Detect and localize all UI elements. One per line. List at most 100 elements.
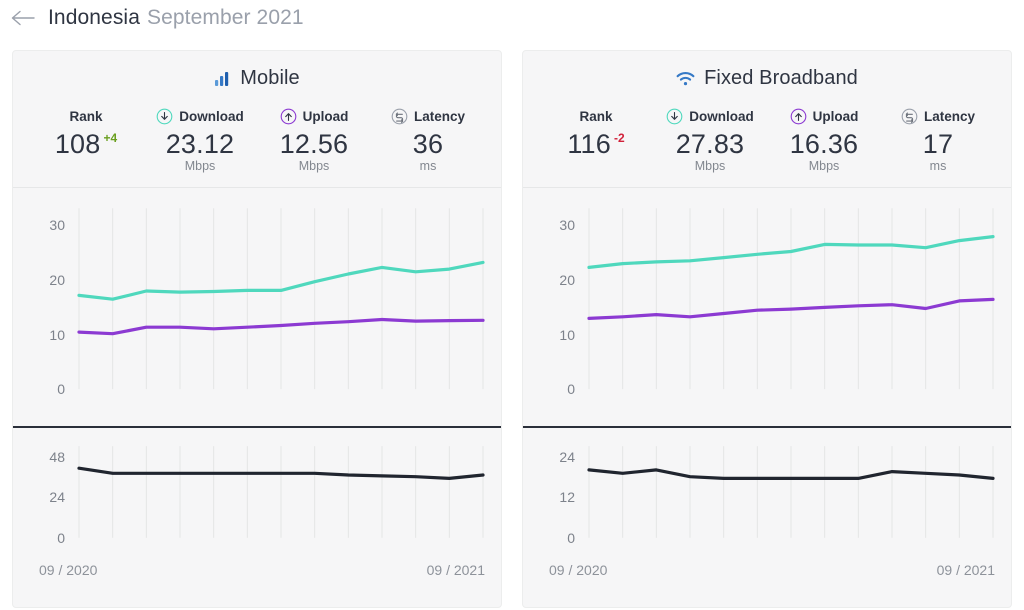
page-title-period: September 2021 bbox=[147, 6, 304, 30]
stat-value-row: 16.36 bbox=[790, 130, 859, 158]
stat-delta-badge: +4 bbox=[103, 132, 117, 144]
card-mobile: Mobile Rank 108 +4 bbox=[12, 50, 502, 608]
stat-value: 12.56 bbox=[280, 130, 349, 158]
stat-value: 23.12 bbox=[166, 130, 235, 158]
x-axis-labels: 09 / 2020 09 / 2021 bbox=[13, 562, 501, 578]
chart-broadband-latency: 24 12 0 09 / 2020 09 / 2021 bbox=[523, 426, 1011, 586]
stat-unit: ms bbox=[881, 159, 995, 173]
stat-value: 17 bbox=[923, 130, 953, 158]
plot-area bbox=[75, 188, 487, 426]
y-axis-tick-label: 24 bbox=[523, 449, 575, 465]
stat-rank: Rank 116 -2 bbox=[539, 106, 653, 159]
stat-latency: Latency 36 ms bbox=[371, 106, 485, 173]
stat-head: Download bbox=[653, 106, 767, 126]
stat-value: 36 bbox=[413, 130, 443, 158]
stat-value: 27.83 bbox=[676, 130, 745, 158]
stat-head: Rank bbox=[539, 106, 653, 126]
download-arrow-icon bbox=[156, 108, 173, 125]
stat-head: Upload bbox=[767, 106, 881, 126]
stat-label: Latency bbox=[414, 109, 465, 124]
stat-download: Download 27.83 Mbps bbox=[653, 106, 767, 173]
stat-unit: Mbps bbox=[767, 159, 881, 173]
stat-value-row: 36 bbox=[413, 130, 443, 158]
stat-value: 108 bbox=[55, 130, 101, 158]
page-header: Indonesia September 2021 bbox=[0, 0, 1024, 36]
stat-rank: Rank 108 +4 bbox=[29, 106, 143, 159]
stat-value: 116 bbox=[567, 130, 611, 158]
y-axis-tick-label: 20 bbox=[13, 272, 65, 288]
signal-bars-icon bbox=[214, 70, 231, 87]
chart-svg bbox=[75, 188, 487, 426]
y-axis-tick-label: 30 bbox=[13, 217, 65, 233]
cards-container: Mobile Rank 108 +4 bbox=[0, 36, 1024, 608]
card-title-mobile: Mobile bbox=[13, 51, 501, 94]
upload-arrow-icon bbox=[280, 108, 297, 125]
x-axis-start-label: 09 / 2020 bbox=[39, 562, 97, 578]
stat-label: Rank bbox=[69, 109, 102, 124]
card-fixed-broadband: Fixed Broadband Rank 116 -2 bbox=[522, 50, 1012, 608]
chart-mobile-latency: 48 24 0 09 / 2020 09 / 2021 bbox=[13, 426, 501, 586]
page-title: Indonesia September 2021 bbox=[48, 6, 304, 30]
card-title-label: Mobile bbox=[240, 67, 300, 90]
x-axis-end-label: 09 / 2021 bbox=[937, 562, 995, 578]
stat-delta-badge: -2 bbox=[614, 132, 625, 144]
speedtest-global-index-page: Indonesia September 2021 Mobile bbox=[0, 0, 1024, 610]
back-arrow-icon[interactable] bbox=[10, 7, 36, 29]
stats-row-mobile: Rank 108 +4 bbox=[13, 94, 501, 188]
y-axis-tick-label: 20 bbox=[523, 272, 575, 288]
latency-icon bbox=[391, 108, 408, 125]
stat-unit: ms bbox=[371, 159, 485, 173]
chart-canvas: 30 20 10 0 bbox=[523, 188, 1011, 426]
stat-head: Latency bbox=[881, 106, 995, 126]
chart-broadband-speed: 30 20 10 0 bbox=[523, 188, 1011, 426]
stat-label: Latency bbox=[924, 109, 975, 124]
stat-unit: Mbps bbox=[257, 159, 371, 173]
page-title-country: Indonesia bbox=[48, 6, 140, 30]
latency-icon bbox=[901, 108, 918, 125]
card-title-label: Fixed Broadband bbox=[704, 67, 858, 90]
y-axis-tick-label: 48 bbox=[13, 449, 65, 465]
stat-upload: Upload 12.56 Mbps bbox=[257, 106, 371, 173]
stat-value-row: 108 +4 bbox=[55, 130, 117, 158]
y-axis-tick-label: 12 bbox=[523, 489, 575, 505]
stat-label: Download bbox=[689, 109, 754, 124]
y-axis-tick-label: 0 bbox=[13, 381, 65, 397]
stat-head: Latency bbox=[371, 106, 485, 126]
y-axis-tick-label: 0 bbox=[13, 530, 65, 546]
stat-value-row: 23.12 bbox=[166, 130, 235, 158]
chart-svg bbox=[585, 188, 997, 426]
y-axis-tick-label: 10 bbox=[13, 327, 65, 343]
download-arrow-icon bbox=[666, 108, 683, 125]
plot-area bbox=[585, 188, 997, 426]
wifi-icon bbox=[676, 70, 695, 87]
stat-label: Upload bbox=[303, 109, 349, 124]
y-axis-tick-label: 0 bbox=[523, 530, 575, 546]
x-axis-labels: 09 / 2020 09 / 2021 bbox=[523, 562, 1011, 578]
stat-value-row: 12.56 bbox=[280, 130, 349, 158]
chart-mobile-speed: 30 20 10 0 bbox=[13, 188, 501, 426]
stat-head: Upload bbox=[257, 106, 371, 126]
y-axis-tick-label: 0 bbox=[523, 381, 575, 397]
stat-value-row: 27.83 bbox=[676, 130, 745, 158]
card-title-fixed-broadband: Fixed Broadband bbox=[523, 51, 1011, 94]
y-axis-tick-label: 24 bbox=[13, 489, 65, 505]
y-axis-tick-label: 30 bbox=[523, 217, 575, 233]
stat-unit: Mbps bbox=[653, 159, 767, 173]
upload-arrow-icon bbox=[790, 108, 807, 125]
stat-unit: Mbps bbox=[143, 159, 257, 173]
stats-row-fixed-broadband: Rank 116 -2 bbox=[523, 94, 1011, 188]
stat-head: Download bbox=[143, 106, 257, 126]
stat-label: Download bbox=[179, 109, 244, 124]
stat-head: Rank bbox=[29, 106, 143, 126]
stat-download: Download 23.12 Mbps bbox=[143, 106, 257, 173]
stat-label: Rank bbox=[579, 109, 612, 124]
stat-value-row: 116 -2 bbox=[567, 130, 624, 158]
stat-value: 16.36 bbox=[790, 130, 859, 158]
stat-label: Upload bbox=[813, 109, 859, 124]
y-axis-tick-label: 10 bbox=[523, 327, 575, 343]
x-axis-end-label: 09 / 2021 bbox=[427, 562, 485, 578]
stat-latency: Latency 17 ms bbox=[881, 106, 995, 173]
stat-upload: Upload 16.36 Mbps bbox=[767, 106, 881, 173]
chart-canvas: 30 20 10 0 bbox=[13, 188, 501, 426]
x-axis-start-label: 09 / 2020 bbox=[549, 562, 607, 578]
